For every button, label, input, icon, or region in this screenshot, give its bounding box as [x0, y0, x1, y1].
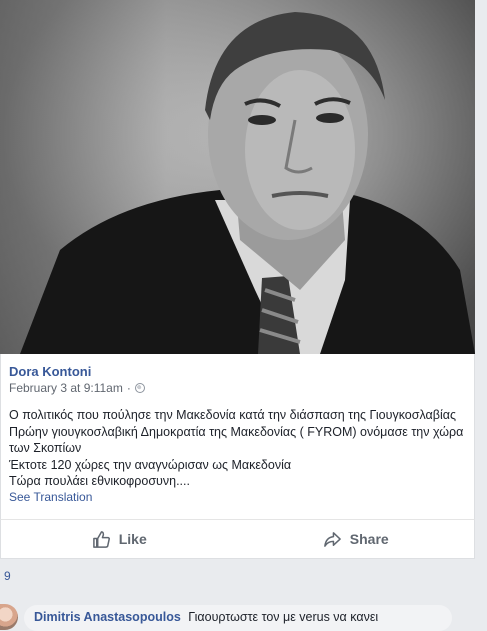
post-text-line: Τώρα πουλάει εθνικοφροσυνη....: [9, 474, 190, 488]
reaction-count[interactable]: 9: [4, 569, 11, 583]
post-text-line: Έκτοτε 120 χώρες την αναγνώρισαν ως Μακε…: [9, 457, 292, 472]
post-photo[interactable]: [0, 0, 475, 354]
comment-bubble: Dimitris Anastasopoulos Γιαουρτωστε τον …: [24, 605, 452, 631]
like-button[interactable]: Like: [1, 520, 238, 558]
avatar[interactable]: [0, 604, 18, 630]
comment-text: Γιαουρτωστε τον με verus να κανει: [188, 610, 379, 624]
post-text-line: Ο πολιτικός που πούλησε την Μακεδονία κα…: [9, 408, 456, 422]
post-timestamp[interactable]: February 3 at 9:11am: [9, 381, 123, 395]
post-author-name[interactable]: Dora Kontoni: [9, 364, 91, 379]
share-button[interactable]: Share: [238, 520, 475, 558]
share-arrow-icon: [323, 531, 341, 547]
comment-author[interactable]: Dimitris Anastasopoulos: [34, 610, 181, 624]
thumbs-up-icon: [92, 530, 110, 548]
comment: Dimitris Anastasopoulos Γιαουρτωστε τον …: [0, 598, 487, 631]
portrait-photo: [20, 12, 475, 354]
like-label: Like: [118, 531, 147, 547]
globe-icon[interactable]: [134, 383, 145, 393]
post-text-line: των Σκοπίων: [9, 441, 82, 455]
post-text: Ο πολιτικός που πούλησε την Μακεδονία κα…: [9, 407, 469, 490]
post-text-line: Πρώην γιουγκοσλαβική Δημοκρατία της Μακε…: [9, 424, 464, 439]
post-card: Dora Kontoni February 3 at 9:11am · Ο πο…: [0, 354, 475, 519]
post-actions-bar: Like Share: [0, 519, 475, 559]
post-meta: February 3 at 9:11am ·: [9, 381, 145, 395]
see-translation-link[interactable]: See Translation: [9, 490, 92, 504]
meta-separator: ·: [126, 381, 131, 395]
share-label: Share: [349, 531, 389, 547]
